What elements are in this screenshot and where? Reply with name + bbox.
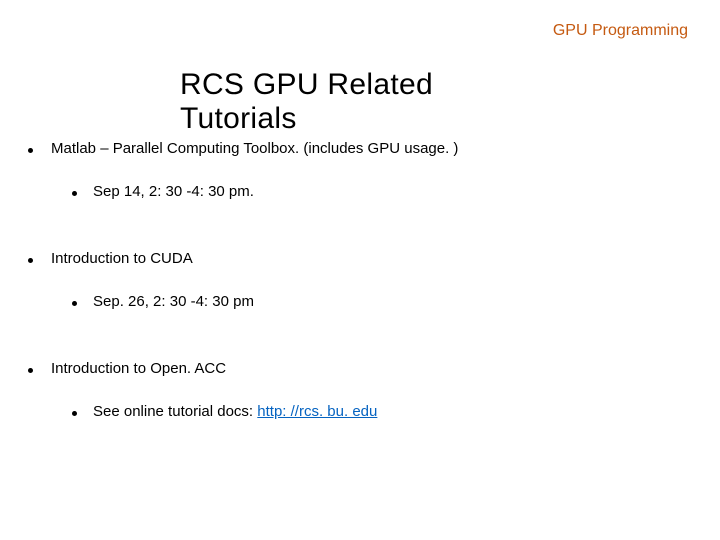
content-area: Matlab – Parallel Computing Toolbox. (in… (28, 140, 692, 420)
list-item: Matlab – Parallel Computing Toolbox. (in… (28, 140, 692, 157)
item-text: Matlab – Parallel Computing Toolbox. (in… (51, 140, 458, 157)
sub-prefix-text: See online tutorial docs: (93, 403, 257, 420)
item-sub-text: Sep 14, 2: 30 -4: 30 pm. (93, 183, 254, 200)
item-text: Introduction to Open. ACC (51, 360, 226, 377)
item-sub-text: See online tutorial docs: http: //rcs. b… (93, 403, 377, 420)
item-text: Introduction to CUDA (51, 250, 193, 267)
bullet-dot (28, 368, 33, 373)
list-sub-item: Sep. 26, 2: 30 -4: 30 pm (72, 293, 692, 310)
list-item: Introduction to Open. ACC (28, 360, 692, 377)
list-sub-item: Sep 14, 2: 30 -4: 30 pm. (72, 183, 692, 200)
bullet-dot (28, 148, 33, 153)
header-label: GPU Programming (553, 22, 688, 40)
page-title: RCS GPU Related Tutorials (180, 68, 540, 136)
bullet-dot (72, 191, 77, 196)
list-sub-item: See online tutorial docs: http: //rcs. b… (72, 403, 692, 420)
bullet-dot (72, 301, 77, 306)
list-item: Introduction to CUDA (28, 250, 692, 267)
tutorial-link[interactable]: http: //rcs. bu. edu (257, 403, 377, 420)
bullet-dot (72, 411, 77, 416)
bullet-dot (28, 258, 33, 263)
item-sub-text: Sep. 26, 2: 30 -4: 30 pm (93, 293, 254, 310)
